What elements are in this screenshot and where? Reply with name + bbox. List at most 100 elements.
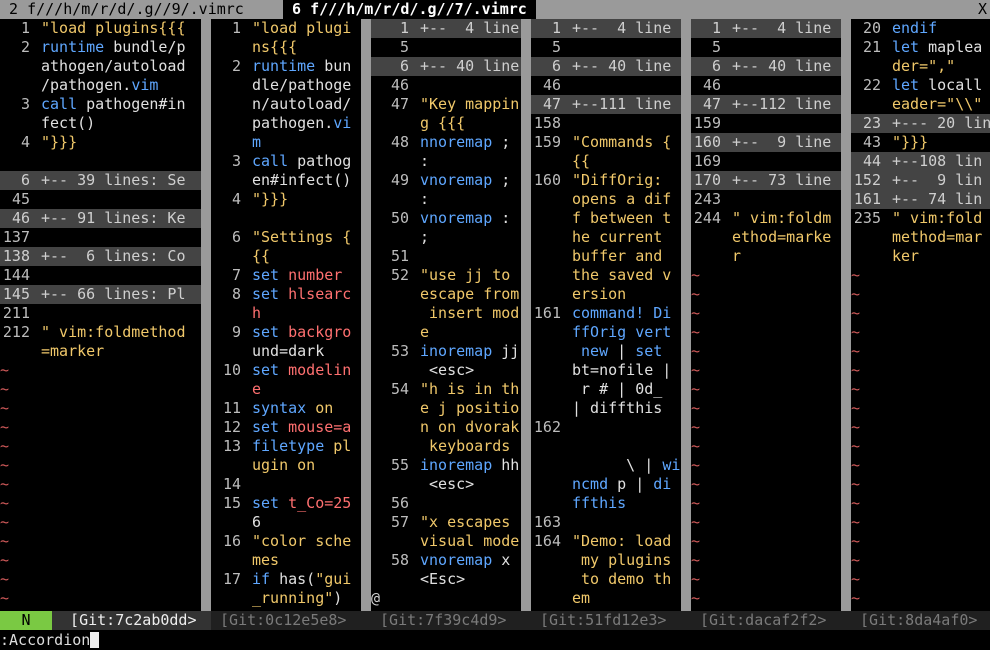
code-text: en#infect() [252, 171, 352, 189]
tilde-marker: ~ [691, 361, 701, 379]
code-line: 45 [0, 190, 201, 209]
line-number: 159 [693, 114, 721, 132]
code-line: | diffthis [531, 399, 681, 418]
code-line: 13 filetype pl [211, 437, 361, 456]
code-line: insert mod [371, 304, 521, 323]
code-text: let locall [892, 76, 983, 94]
code-line: 50 vnoremap : [371, 209, 521, 228]
fold-line[interactable]: 170 +-- 73 line [691, 171, 841, 190]
line-number: 51 [390, 247, 409, 265]
tilde-marker: ~ [691, 342, 701, 360]
fold-line[interactable]: 161 +-- 74 lin [851, 190, 990, 209]
close-tab-icon[interactable]: X [978, 0, 990, 19]
code-text: nnoremap ; [420, 133, 511, 151]
code-line: athogen/autoload [0, 57, 201, 76]
line-number: 4 [20, 133, 30, 151]
line-number: 46 [11, 209, 30, 227]
empty-line-marker: ~ [0, 513, 201, 532]
fold-line[interactable]: 138 +-- 6 lines: Co [0, 247, 201, 266]
tab-vimrc-9[interactable]: 2 f///h/m/r/d/.g//9/.vimrc [0, 0, 253, 19]
fold-line[interactable]: 1 +-- 4 line [691, 19, 841, 38]
statusline-5[interactable]: [Git:dacaf2f2> [691, 611, 851, 630]
editor-window-5[interactable]: 1 +-- 4 line 5 6 +-- 40 line 46 47 +--112 line 1… [691, 19, 841, 611]
code-line: 57 "x escapes [371, 513, 521, 532]
line-number: 43 [862, 133, 881, 151]
fold-line[interactable]: 6 +-- 40 line [531, 57, 681, 76]
statusline-3[interactable]: [Git:7f39c4d9> [371, 611, 531, 630]
statusline-2[interactable]: [Git:0c12e5e8> [211, 611, 371, 630]
git-branch-indicator: [Git:0c12e5e8> [211, 611, 347, 629]
empty-line-marker: ~ [0, 570, 201, 589]
line-number: 9 [231, 323, 241, 341]
code-line: r [691, 247, 841, 266]
code-line: 51 [371, 247, 521, 266]
fold-line[interactable]: 23 +--- 20 lin [851, 114, 990, 133]
code-line: to demo th [531, 570, 681, 589]
code-line: 2 runtime bun [211, 57, 361, 76]
statusline-6[interactable]: [Git:8da4af0> [851, 611, 990, 630]
line-number: 46 [542, 76, 561, 94]
code-text: fect() [41, 114, 96, 132]
code-text: "load plugins{{{ [41, 19, 186, 37]
fold-line[interactable]: 44 +--108 lin [851, 152, 990, 171]
line-number: 1 [20, 19, 30, 37]
tilde-marker: ~ [0, 551, 10, 569]
vertical-split-separator[interactable] [361, 19, 371, 611]
fold-summary: +--112 line [732, 95, 832, 113]
fold-line[interactable]: 1 +-- 4 line [531, 19, 681, 38]
empty-line-marker: ~ [851, 323, 990, 342]
empty-line-marker: ~ [0, 456, 201, 475]
editor-window-6[interactable]: 20 endif 21 let maplea der="," 22 let locall ea… [851, 19, 990, 611]
fold-line[interactable]: 1 +-- 4 line [371, 19, 521, 38]
code-line: : [371, 152, 521, 171]
line-number: 137 [2, 228, 30, 246]
fold-line[interactable]: 145 +-- 66 lines: Pl [0, 285, 201, 304]
editor-window-1[interactable]: 1 "load plugins{{{2 runtime bundle/p athoge… [0, 19, 201, 611]
empty-line-marker: ~ [0, 361, 201, 380]
code-line: 11 syntax on [211, 399, 361, 418]
mode-indicator: N [0, 611, 52, 630]
empty-line-marker: ~ [851, 494, 990, 513]
code-line: fect() [0, 114, 201, 133]
fold-line[interactable]: 6 +-- 40 line [371, 57, 521, 76]
code-text: "}}} [892, 133, 929, 151]
vertical-split-separator[interactable] [521, 19, 531, 611]
line-number: 1 [551, 19, 561, 37]
command-line[interactable]: :Accordion [0, 630, 990, 650]
code-line: 9 set backgro [211, 323, 361, 342]
fold-line[interactable]: 6 +-- 40 line [691, 57, 841, 76]
editor-window-4[interactable]: 1 +-- 4 line 5 6 +-- 40 line 46 47 +--111 line 1… [531, 19, 681, 611]
line-number: 161 [533, 304, 561, 322]
code-text: insert mod [420, 304, 520, 322]
code-line: {{ [531, 152, 681, 171]
empty-line-marker: ~ [691, 456, 841, 475]
fold-line[interactable]: 152 +-- 9 lin [851, 171, 990, 190]
vertical-split-separator[interactable] [201, 19, 211, 611]
code-text: " vim:fold [892, 209, 983, 227]
editor-window-3[interactable]: 1 +-- 4 line 5 6 +-- 40 line 46 47 "Key mappin g… [371, 19, 521, 611]
fold-line[interactable]: 6 +-- 39 lines: Se [0, 171, 201, 190]
empty-line-marker: ~ [0, 437, 201, 456]
line-number: 46 [702, 76, 721, 94]
empty-line-marker: ~ [851, 266, 990, 285]
fold-line[interactable]: 47 +--112 line [691, 95, 841, 114]
tilde-marker: ~ [691, 399, 701, 417]
fold-line[interactable]: 46 +-- 91 lines: Ke [0, 209, 201, 228]
statusline-1[interactable]: N [Git:7c2ab0dd> [0, 611, 211, 630]
editor-window-2[interactable]: 1 "load plugi ns{{{2 runtime bun dle/pathoge… [211, 19, 361, 611]
line-number: 4 [231, 190, 241, 208]
line-number: 15 [222, 494, 241, 512]
code-line: 8 set hlsearc [211, 285, 361, 304]
tab-vimrc-7[interactable]: 6 f///h/m/r/d/.g//7/.vimrc [283, 0, 536, 19]
vertical-split-separator[interactable] [841, 19, 851, 611]
code-text: : [420, 190, 430, 208]
code-line: 159 [691, 114, 841, 133]
code-line: e j positio [371, 399, 521, 418]
vertical-split-separator[interactable] [681, 19, 691, 611]
statusline-4[interactable]: [Git:51fd12e3> [531, 611, 691, 630]
fold-line[interactable]: 47 +--111 line [531, 95, 681, 114]
tilde-marker: ~ [0, 399, 10, 417]
line-number: 53 [390, 342, 409, 360]
tilde-marker: ~ [0, 589, 10, 607]
fold-line[interactable]: 160 +-- 9 line [691, 133, 841, 152]
